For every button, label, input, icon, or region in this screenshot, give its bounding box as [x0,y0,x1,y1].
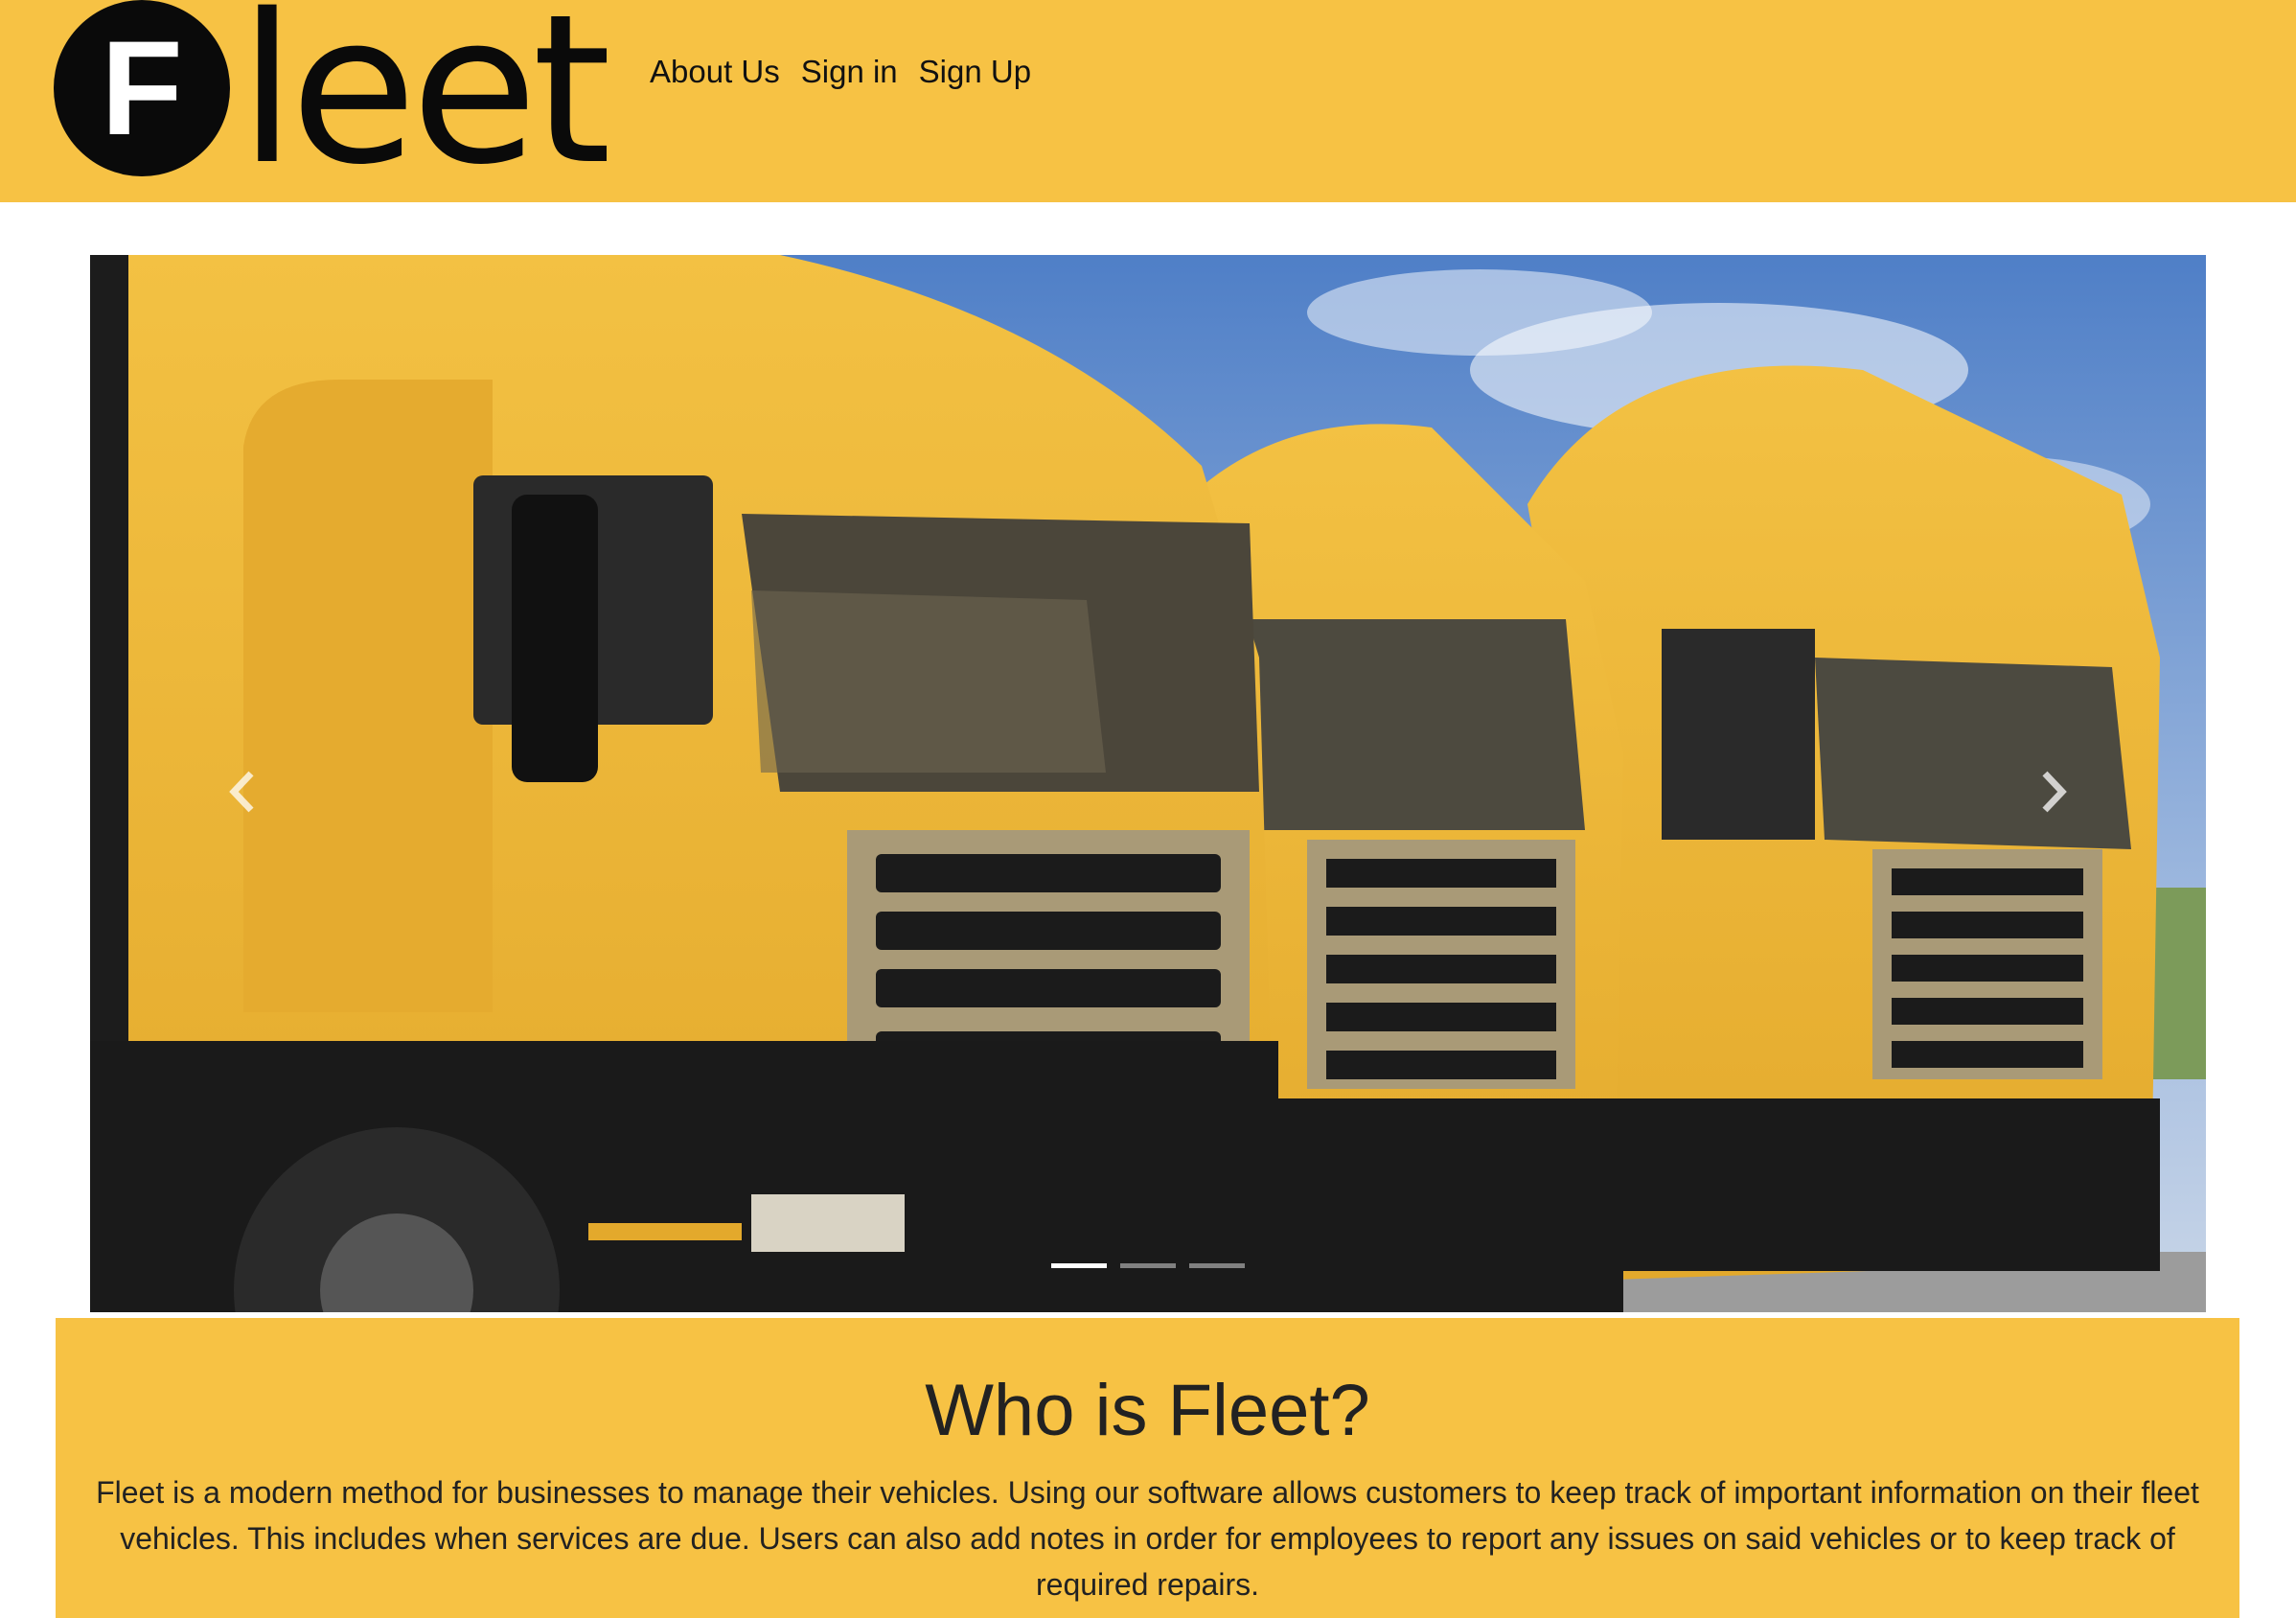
logo-text: leet [239,0,607,182]
main-nav: About Us Sign in Sign Up [650,48,1042,96]
chevron-left-icon [229,771,254,813]
nav-sign-up-link[interactable]: Sign Up [908,48,1042,96]
fleet-logo[interactable]: F leet [51,0,607,182]
nav-about-us-link[interactable]: About Us [650,48,791,96]
about-title: Who is Fleet? [925,1370,1370,1451]
hero-carousel [90,255,2206,1312]
carousel-indicator-3[interactable] [1189,1263,1245,1268]
about-description: Fleet is a modern method for businesses … [96,1475,2199,1602]
logo-letter: F [101,12,183,163]
carousel-indicator-2[interactable] [1120,1263,1176,1268]
chevron-right-icon [2042,771,2067,813]
about-section: Who is Fleet? Fleet is a modern method f… [56,1318,2239,1618]
carousel-indicator-1[interactable] [1051,1263,1107,1268]
carousel-indicators [90,1263,2206,1268]
carousel-prev-control[interactable] [186,725,301,859]
carousel-next-control[interactable] [1995,725,2110,859]
nav-sign-in-link[interactable]: Sign in [791,48,908,96]
yellow-trucks-image [90,255,2206,1312]
top-navbar: F leet About Us Sign in Sign Up [0,0,2296,202]
